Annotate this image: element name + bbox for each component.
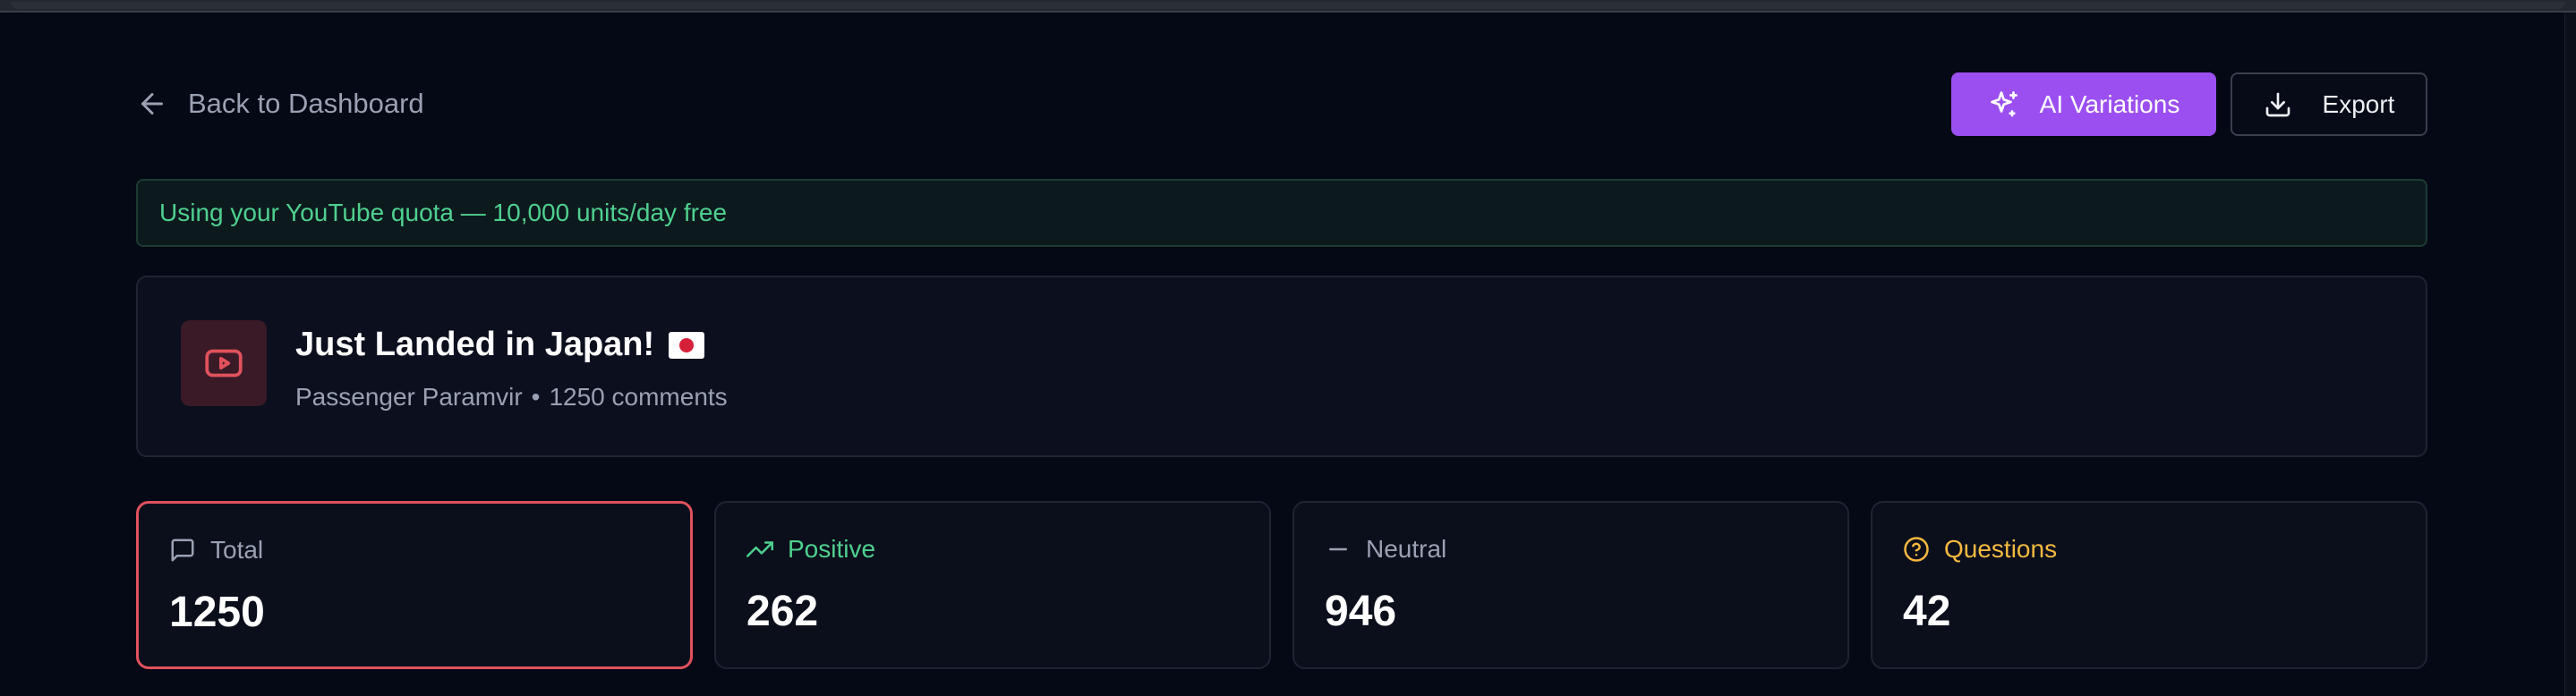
quota-banner-text: Using your YouTube quota — 10,000 units/…	[159, 199, 728, 226]
back-link-label: Back to Dashboard	[188, 88, 424, 119]
back-to-dashboard-link[interactable]: Back to Dashboard	[136, 86, 424, 122]
video-comment-count: 1250 comments	[549, 383, 728, 411]
stat-value-questions: 42	[1903, 588, 1951, 635]
video-meta: Passenger Paramvir • 1250 comments	[295, 383, 728, 412]
browser-top-strip-inner	[11, 2, 2565, 9]
download-icon	[2265, 92, 2290, 116]
minus-icon	[1329, 547, 1347, 551]
stat-value-total: 1250	[169, 589, 265, 636]
message-square-icon	[171, 539, 194, 562]
sparkles-icon	[1990, 90, 2017, 116]
stat-card-header: Total	[169, 536, 263, 564]
help-circle-icon	[1904, 537, 1929, 562]
video-title-text: Just Landed in Japan!	[295, 326, 655, 363]
stat-card-header: Questions	[1903, 535, 2057, 564]
trending-up-icon	[746, 541, 773, 557]
youtube-play-icon	[205, 349, 243, 378]
video-thumbnail	[181, 320, 267, 406]
stat-card-questions[interactable]: Questions 42	[1871, 501, 2427, 669]
japan-flag-icon	[669, 331, 705, 359]
quota-banner: Using your YouTube quota — 10,000 units/…	[136, 179, 2427, 247]
stat-card-neutral[interactable]: Neutral 946	[1292, 501, 1849, 669]
ai-variations-label: AI Variations	[2039, 89, 2180, 118]
stat-value-neutral: 946	[1325, 588, 1397, 635]
stat-card-positive[interactable]: Positive 262	[714, 501, 1271, 669]
browser-top-strip	[0, 0, 2576, 13]
stat-card-header: Positive	[746, 535, 875, 564]
arrow-left-icon	[141, 93, 163, 115]
export-label: Export	[2322, 89, 2395, 118]
scrollbar-track[interactable]	[2564, 13, 2576, 696]
video-channel: Passenger Paramvir	[295, 383, 523, 411]
stat-card-header: Neutral	[1325, 535, 1446, 564]
stat-label-questions: Questions	[1944, 535, 2058, 563]
stat-label-total: Total	[210, 536, 264, 564]
stat-label-neutral: Neutral	[1366, 535, 1447, 563]
export-button[interactable]: Export	[2231, 72, 2427, 136]
stat-label-positive: Positive	[788, 535, 876, 563]
ai-variations-button[interactable]: AI Variations	[1951, 72, 2216, 136]
meta-separator: •	[531, 383, 541, 411]
stat-card-total[interactable]: Total 1250	[136, 501, 693, 669]
stat-value-positive: 262	[746, 588, 819, 635]
video-title: Just Landed in Japan!	[295, 326, 705, 364]
video-info-card: Just Landed in Japan! Passenger Paramvir…	[136, 276, 2427, 457]
